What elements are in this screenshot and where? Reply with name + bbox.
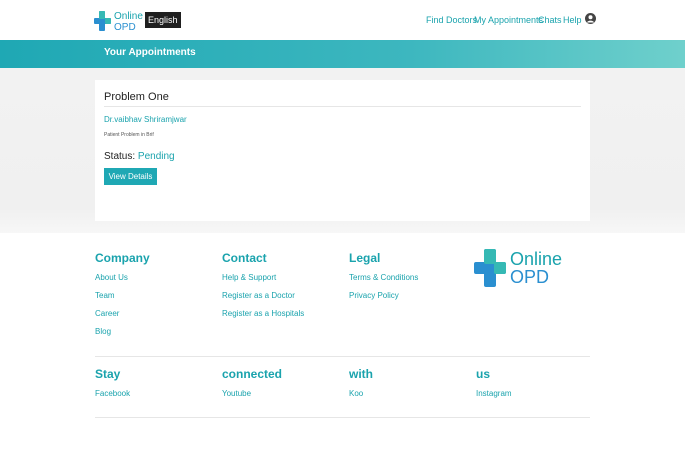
nav-chats[interactable]: Chats <box>538 15 562 25</box>
social-heading-us: us <box>476 367 491 381</box>
footer-link-register-hospitals[interactable]: Register as a Hospitals <box>222 309 304 318</box>
nav-help[interactable]: Help <box>563 15 582 25</box>
social-heading-stay: Stay <box>95 367 121 381</box>
nav-my-appointments[interactable]: My Appointments <box>474 15 543 25</box>
social-heading-with: with <box>349 367 373 381</box>
social-link-instagram[interactable]: Instagram <box>476 389 512 398</box>
online-opd-logo[interactable]: Online OPD <box>94 9 144 33</box>
svg-text:Online: Online <box>510 249 562 269</box>
user-avatar-icon[interactable] <box>585 13 596 24</box>
card-divider <box>104 106 581 107</box>
footer-link-help-support[interactable]: Help & Support <box>222 273 276 282</box>
svg-text:OPD: OPD <box>114 22 136 33</box>
footer-link-about-us[interactable]: About Us <box>95 273 128 282</box>
footer-bottom-divider <box>95 417 590 418</box>
footer-online-opd-logo: Online OPD <box>474 249 562 287</box>
doctor-name-link[interactable]: Dr.vaibhav Shriramjwar <box>104 115 187 124</box>
social-link-koo[interactable]: Koo <box>349 389 363 398</box>
appointment-card: Problem One Dr.vaibhav Shriramjwar Patie… <box>95 80 590 221</box>
footer-link-terms[interactable]: Terms & Conditions <box>349 273 418 282</box>
footer-link-privacy[interactable]: Privacy Policy <box>349 291 399 300</box>
appointment-title: Problem One <box>104 91 169 103</box>
footer-link-team[interactable]: Team <box>95 291 115 300</box>
footer-heading-legal: Legal <box>349 251 381 265</box>
page-banner: Your Appointments <box>0 40 685 68</box>
svg-text:Online: Online <box>114 11 143 22</box>
footer-link-register-doctor[interactable]: Register as a Doctor <box>222 291 295 300</box>
language-selector[interactable]: English <box>145 12 181 28</box>
status-badge: Pending <box>137 151 175 162</box>
footer-link-career[interactable]: Career <box>95 309 119 318</box>
page-title: Your Appointments <box>104 47 196 58</box>
footer-divider <box>95 356 590 357</box>
social-heading-connected: connected <box>222 367 283 381</box>
view-details-button[interactable]: View Details <box>104 168 157 185</box>
problem-brief: Patient Problem in Brif <box>104 132 154 138</box>
svg-text:OPD: OPD <box>510 267 549 287</box>
footer-heading-contact: Contact <box>222 251 267 265</box>
top-navbar: Online OPD English Find Doctors My Appoi… <box>0 0 685 40</box>
footer: Company About Us Team Career Blog Contac… <box>0 233 685 467</box>
social-link-facebook[interactable]: Facebook <box>95 389 130 398</box>
footer-heading-company: Company <box>95 251 150 265</box>
status-label: Status: <box>104 151 136 162</box>
footer-link-blog[interactable]: Blog <box>95 327 111 336</box>
nav-find-doctors[interactable]: Find Doctors <box>426 15 477 25</box>
status-row: Status: Pending <box>104 151 175 162</box>
social-link-youtube[interactable]: Youtube <box>222 389 251 398</box>
